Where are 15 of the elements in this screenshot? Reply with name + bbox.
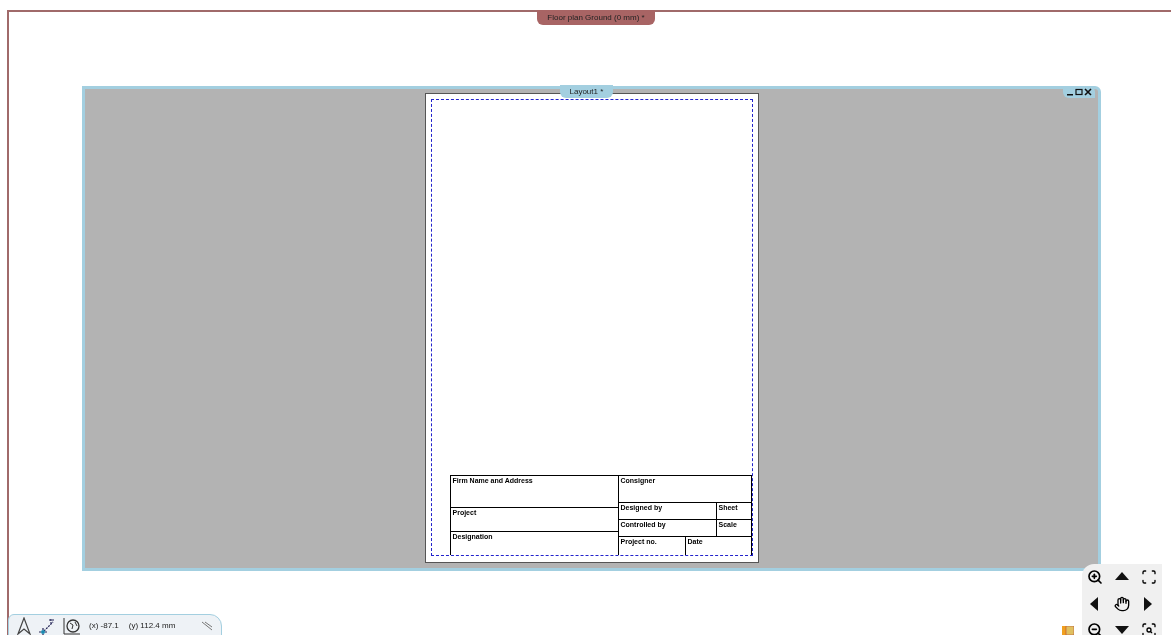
zoom-out-icon[interactable] — [1087, 622, 1103, 635]
fit-view-icon[interactable] — [1141, 569, 1157, 585]
y-coordinate: (y) 112.4 mm — [128, 620, 176, 632]
north-arrow-icon[interactable] — [17, 617, 31, 635]
layout-title-tab[interactable]: Layout1 * — [559, 85, 614, 98]
window-title-tab[interactable]: Floor plan Ground (0 mm) * — [537, 10, 655, 25]
zoom-window-icon[interactable] — [1141, 622, 1157, 635]
resize-grip-icon[interactable] — [201, 621, 213, 631]
close-icon[interactable] — [1084, 88, 1092, 96]
pan-down-icon[interactable] — [1115, 624, 1129, 635]
hand-icon[interactable] — [1114, 596, 1130, 612]
maximize-icon[interactable] — [1075, 88, 1083, 96]
zoom-in-icon[interactable] — [1087, 569, 1103, 585]
x-coordinate: (x) -87.1 — [89, 620, 119, 632]
snap-point-icon[interactable] — [37, 617, 57, 635]
